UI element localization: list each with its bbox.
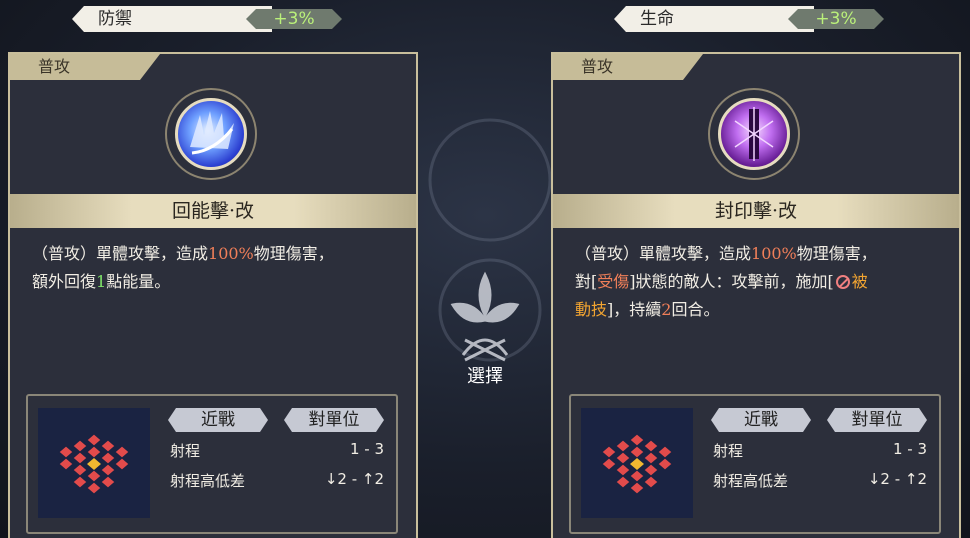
range-info-panel: 近戰 對單位 射程 1 - 3 射程高低差 ↓2 - ↑2 bbox=[26, 394, 398, 534]
range-type-badge: 近戰 bbox=[711, 408, 811, 432]
skill-icon-frame bbox=[696, 88, 814, 180]
prohibit-icon bbox=[835, 275, 850, 289]
range-grid-map bbox=[581, 408, 693, 518]
skill-card-left[interactable]: 普攻 回能擊·改 （普攻）單體攻擊，造成100%物理傷害， 額外回復1點能量。 bbox=[8, 52, 418, 538]
skill-icon-frame bbox=[153, 88, 271, 180]
stat-label: 防禦 bbox=[72, 6, 272, 32]
stat-value: +3% bbox=[246, 9, 342, 29]
target-type-badge: 對單位 bbox=[827, 408, 927, 432]
ice-claw-skill-icon bbox=[175, 98, 247, 170]
stat-bar-defense: 防禦 +3% bbox=[72, 6, 342, 32]
skill-description: （普攻）單體攻擊，造成100%物理傷害， 對[受傷]狀態的敵人：攻擊前，施加[被… bbox=[575, 244, 877, 319]
skill-card-right[interactable]: 普攻 封印擊·改 （普攻）單體攻擊，造成100%物理傷害， 對[受傷]狀態的敵人… bbox=[551, 52, 961, 538]
range-info-panel: 近戰 對單位 射程 1 - 3 射程高低差 ↓2 - ↑2 bbox=[569, 394, 941, 534]
stat-bar-hp: 生命 +3% bbox=[614, 6, 884, 32]
select-button-label[interactable]: 選擇 bbox=[450, 362, 520, 388]
skill-name: 回能擊·改 bbox=[10, 194, 416, 228]
range-type-badge: 近戰 bbox=[168, 408, 268, 432]
range-grid-map bbox=[38, 408, 150, 518]
skill-name: 封印擊·改 bbox=[553, 194, 959, 228]
skill-type-tag: 普攻 bbox=[10, 54, 160, 80]
stat-value: +3% bbox=[788, 9, 884, 29]
target-type-badge: 對單位 bbox=[284, 408, 384, 432]
skill-description: （普攻）單體攻擊，造成100%物理傷害， 額外回復1點能量。 bbox=[32, 244, 334, 291]
skill-type-tag: 普攻 bbox=[553, 54, 703, 80]
leaf-emblem-icon[interactable] bbox=[435, 265, 535, 365]
seal-sword-skill-icon bbox=[718, 98, 790, 170]
stat-label: 生命 bbox=[614, 6, 814, 32]
